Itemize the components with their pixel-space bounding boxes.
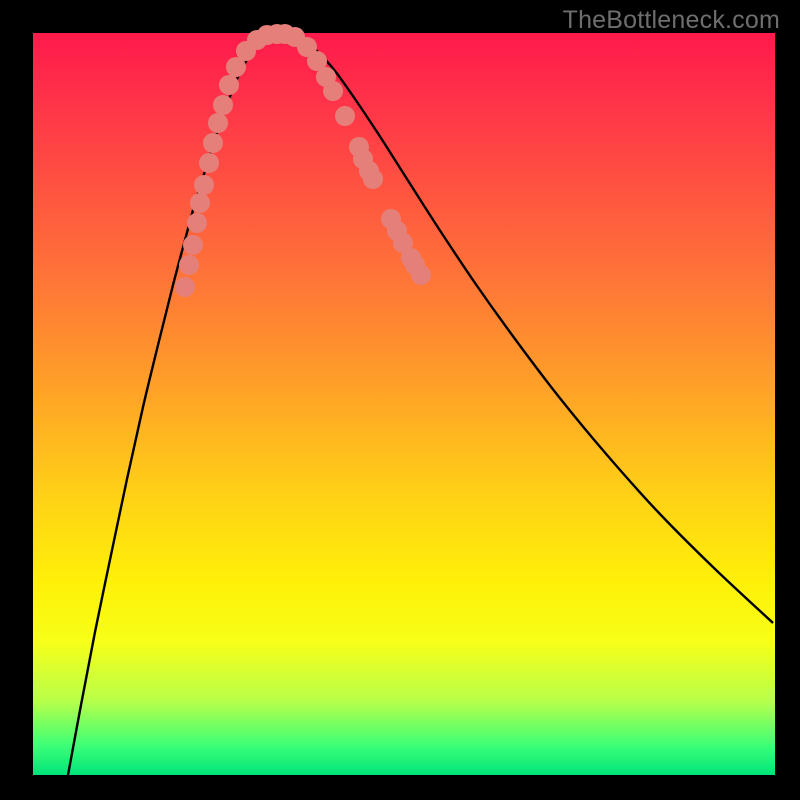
plot-area	[33, 33, 775, 775]
sample-dot	[179, 255, 199, 275]
bottleneck-curve	[68, 34, 773, 775]
sample-dot	[208, 113, 228, 133]
chart-svg	[33, 33, 775, 775]
sample-dot	[187, 213, 207, 233]
sample-dot	[219, 75, 239, 95]
sample-dot	[335, 106, 355, 126]
sample-dot	[183, 235, 203, 255]
sample-dot	[194, 175, 214, 195]
sample-dot	[199, 153, 219, 173]
sample-dots	[175, 24, 431, 297]
watermark-text: TheBottleneck.com	[563, 6, 780, 35]
sample-dot	[323, 81, 343, 101]
sample-dot	[190, 193, 210, 213]
sample-dot	[175, 277, 195, 297]
sample-dot	[213, 95, 233, 115]
sample-dot	[411, 265, 431, 285]
chart-frame: TheBottleneck.com	[0, 0, 800, 800]
sample-dot	[363, 169, 383, 189]
sample-dot	[203, 133, 223, 153]
